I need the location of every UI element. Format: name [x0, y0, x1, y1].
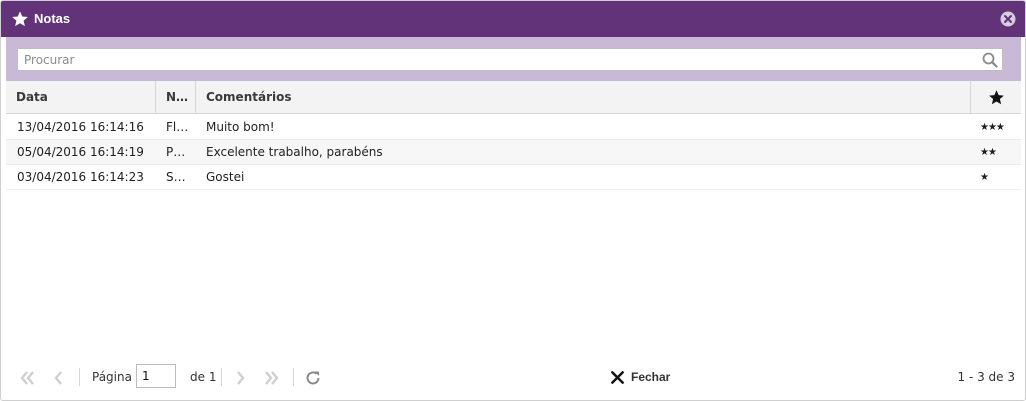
column-header-comments[interactable]: Comentários	[196, 81, 971, 114]
search-bar	[6, 37, 1021, 81]
page-label: Página	[92, 370, 132, 384]
table-row[interactable]: 05/04/2016 16:14:19 P… Excelente trabalh…	[6, 140, 1021, 165]
cell-name: Fl…	[166, 120, 189, 134]
grid-header: Data N… Comentários	[6, 81, 1021, 114]
dialog-title: Notas	[34, 11, 71, 26]
pagination-bar: Página de 1 Fechar 1 - 3 de 3	[6, 359, 1021, 397]
close-icon[interactable]	[1000, 11, 1016, 27]
title-bar: Notas	[1, 1, 1025, 37]
column-header-date[interactable]: Data	[6, 81, 156, 114]
refresh-icon[interactable]	[304, 369, 322, 387]
page-number-input[interactable]	[136, 364, 176, 388]
table-row[interactable]: 03/04/2016 16:14:23 Su… Gostei ★	[6, 165, 1021, 190]
cell-rating: ★★	[980, 147, 997, 158]
table-row[interactable]: 13/04/2016 16:14:16 Fl… Muito bom! ★★★	[6, 115, 1021, 140]
cell-name: Su…	[166, 170, 194, 184]
star-icon	[12, 11, 28, 27]
cell-date: 13/04/2016 16:14:16	[17, 120, 144, 134]
cell-rating: ★	[980, 172, 989, 183]
notes-grid: Data N… Comentários 13/04/2016 16:14:16 …	[6, 81, 1021, 359]
cell-comment: Excelente trabalho, parabéns	[206, 145, 383, 159]
last-page-icon[interactable]	[263, 369, 281, 387]
record-count: 1 - 3 de 3	[957, 370, 1016, 384]
page-total-label: de 1	[190, 370, 217, 384]
x-icon	[611, 371, 624, 384]
cell-name: P…	[166, 145, 186, 159]
search-icon[interactable]	[982, 52, 998, 68]
cell-date: 03/04/2016 16:14:23	[17, 170, 144, 184]
star-icon	[988, 90, 1004, 105]
divider	[293, 368, 294, 386]
search-input[interactable]	[17, 48, 1003, 71]
divider	[221, 368, 222, 386]
cell-rating: ★★★	[980, 122, 1005, 133]
close-button-label: Fechar	[631, 370, 671, 384]
cell-date: 05/04/2016 16:14:19	[17, 145, 144, 159]
cell-comment: Muito bom!	[206, 120, 275, 134]
notes-dialog: Notas Data N… Comentários 13/04/2016 16:…	[0, 0, 1026, 401]
column-header-name[interactable]: N…	[156, 81, 196, 114]
cell-comment: Gostei	[206, 170, 245, 184]
prev-page-icon[interactable]	[50, 369, 68, 387]
divider	[79, 368, 80, 386]
first-page-icon[interactable]	[18, 369, 36, 387]
next-page-icon[interactable]	[231, 369, 249, 387]
column-header-rating[interactable]	[971, 81, 1021, 114]
